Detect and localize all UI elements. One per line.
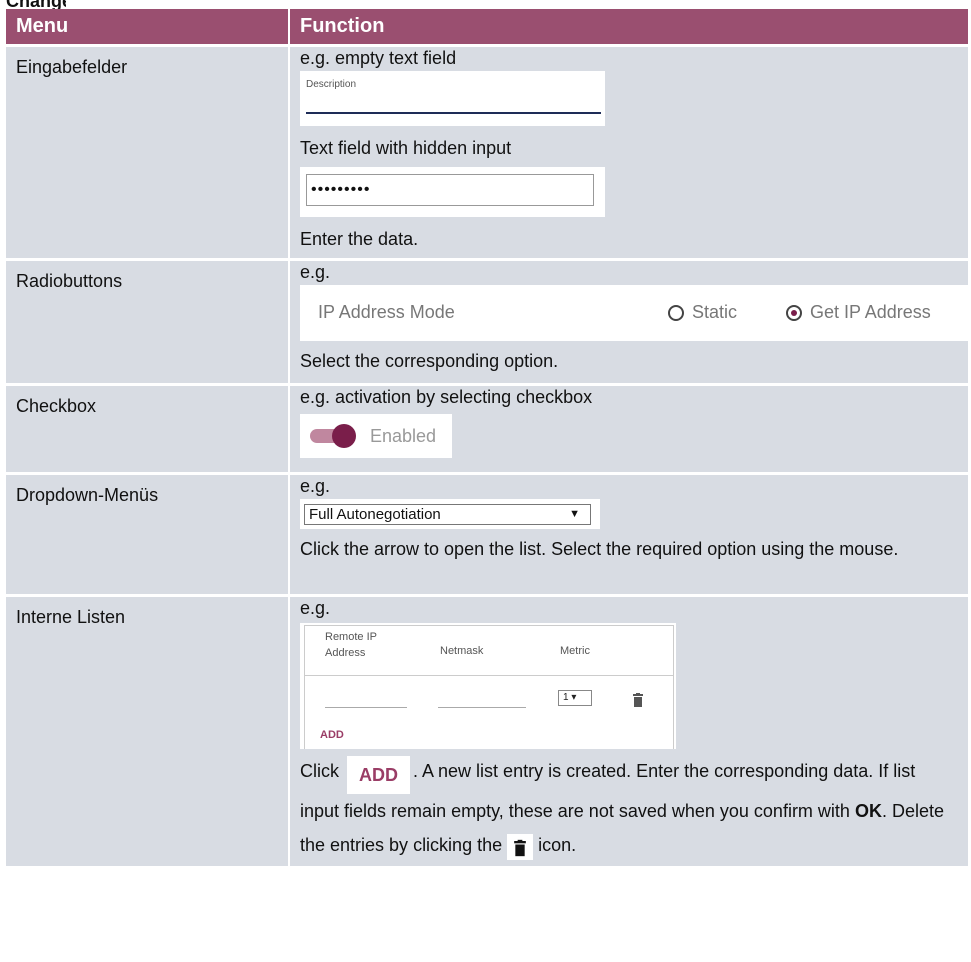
table-row: Interne Listen e.g. Remote IP Address Net… <box>6 594 968 866</box>
menu-cell: Eingabefelder <box>6 44 290 258</box>
trash-icon[interactable] <box>632 693 644 707</box>
dropdown-select[interactable]: Full Autonegotiation ▼ <box>304 504 591 525</box>
row-text: e.g. <box>300 598 331 618</box>
table-row: Radiobuttons e.g. IP Address Mode Static… <box>6 258 971 383</box>
dropdown-value: Full Autonegotiation <box>309 506 441 523</box>
radio-get-ip[interactable]: Get IP Address <box>786 302 931 323</box>
netmask-input[interactable] <box>438 707 526 708</box>
radio-off-icon <box>668 305 684 321</box>
row-text: e.g. <box>300 476 331 496</box>
description-field[interactable]: Description <box>300 71 605 126</box>
row-text: e.g. empty text field <box>300 48 457 68</box>
radio-group-label: IP Address Mode <box>318 302 455 322</box>
menu-cell: Radiobuttons <box>6 258 290 383</box>
toggle-knob <box>332 424 356 448</box>
function-cell: e.g. activation by selecting checkbox En… <box>290 383 968 472</box>
row-text: Enter the data. <box>300 229 419 249</box>
list-header-metric: Metric <box>560 645 590 657</box>
table-row: Eingabefelder e.g. empty text field Desc… <box>6 44 968 258</box>
row-text: Click ADD. A new list entry is created. … <box>300 754 958 862</box>
radio-on-icon <box>786 305 802 321</box>
radio-get-ip-label: Get IP Address <box>810 302 931 322</box>
add-link[interactable]: ADD <box>320 729 344 741</box>
toggle-label: Enabled <box>370 426 437 446</box>
dropdown-arrow-icon: ▼ <box>569 508 580 520</box>
radio-static-label: Static <box>692 302 738 322</box>
column-header-menu: Menu <box>6 9 290 44</box>
add-button-sample: ADD <box>347 756 411 794</box>
row-text: Text field with hidden input <box>300 138 512 158</box>
trash-icon <box>507 834 534 860</box>
password-field[interactable]: ••••••••• <box>306 174 594 206</box>
row-text: e.g. activation by selecting checkbox <box>300 387 593 407</box>
list-header-divider <box>304 675 674 676</box>
menu-cell: Interne Listen <box>6 594 290 866</box>
metric-select[interactable]: 1 ▾ <box>558 690 592 706</box>
table-row: Dropdown-Menüs e.g. Full Autonegotiation… <box>6 472 968 594</box>
radio-static[interactable]: Static <box>668 302 737 323</box>
function-cell: e.g. Remote IP Address Netmask Metric 1 ▾… <box>290 594 968 866</box>
dropdown-container: Full Autonegotiation ▼ <box>300 499 600 529</box>
list-header-remote-ip: Remote IP Address <box>325 631 377 659</box>
row-text: e.g. <box>300 262 331 282</box>
enable-toggle[interactable]: Enabled <box>300 414 452 458</box>
row-text: Click the arrow to open the list. Select… <box>300 539 899 559</box>
description-field-label: Description <box>306 79 357 90</box>
field-underline <box>306 112 601 114</box>
ok-text: OK <box>854 801 882 821</box>
column-header-function: Function <box>290 9 968 44</box>
internal-list: Remote IP Address Netmask Metric 1 ▾ ADD <box>300 623 676 749</box>
section-heading-fragment: Changes <box>6 0 66 9</box>
row-text: Select the corresponding option. <box>300 351 559 371</box>
menu-cell: Checkbox <box>6 383 290 472</box>
table-row: Checkbox e.g. activation by selecting ch… <box>6 383 968 472</box>
radio-group: IP Address Mode Static Get IP Address <box>300 285 971 341</box>
menu-cell: Dropdown-Menüs <box>6 472 290 594</box>
function-table: Menu Function Eingabefelder e.g. empty t… <box>6 9 971 866</box>
list-header-netmask: Netmask <box>440 645 484 657</box>
function-cell: e.g. empty text field Description Text f… <box>290 44 968 258</box>
function-cell: e.g. Full Autonegotiation ▼ Click the arr… <box>290 472 968 594</box>
remote-ip-input[interactable] <box>325 707 407 708</box>
password-field-container: ••••••••• <box>300 167 605 217</box>
function-cell: e.g. IP Address Mode Static Get IP Addre… <box>290 258 971 383</box>
